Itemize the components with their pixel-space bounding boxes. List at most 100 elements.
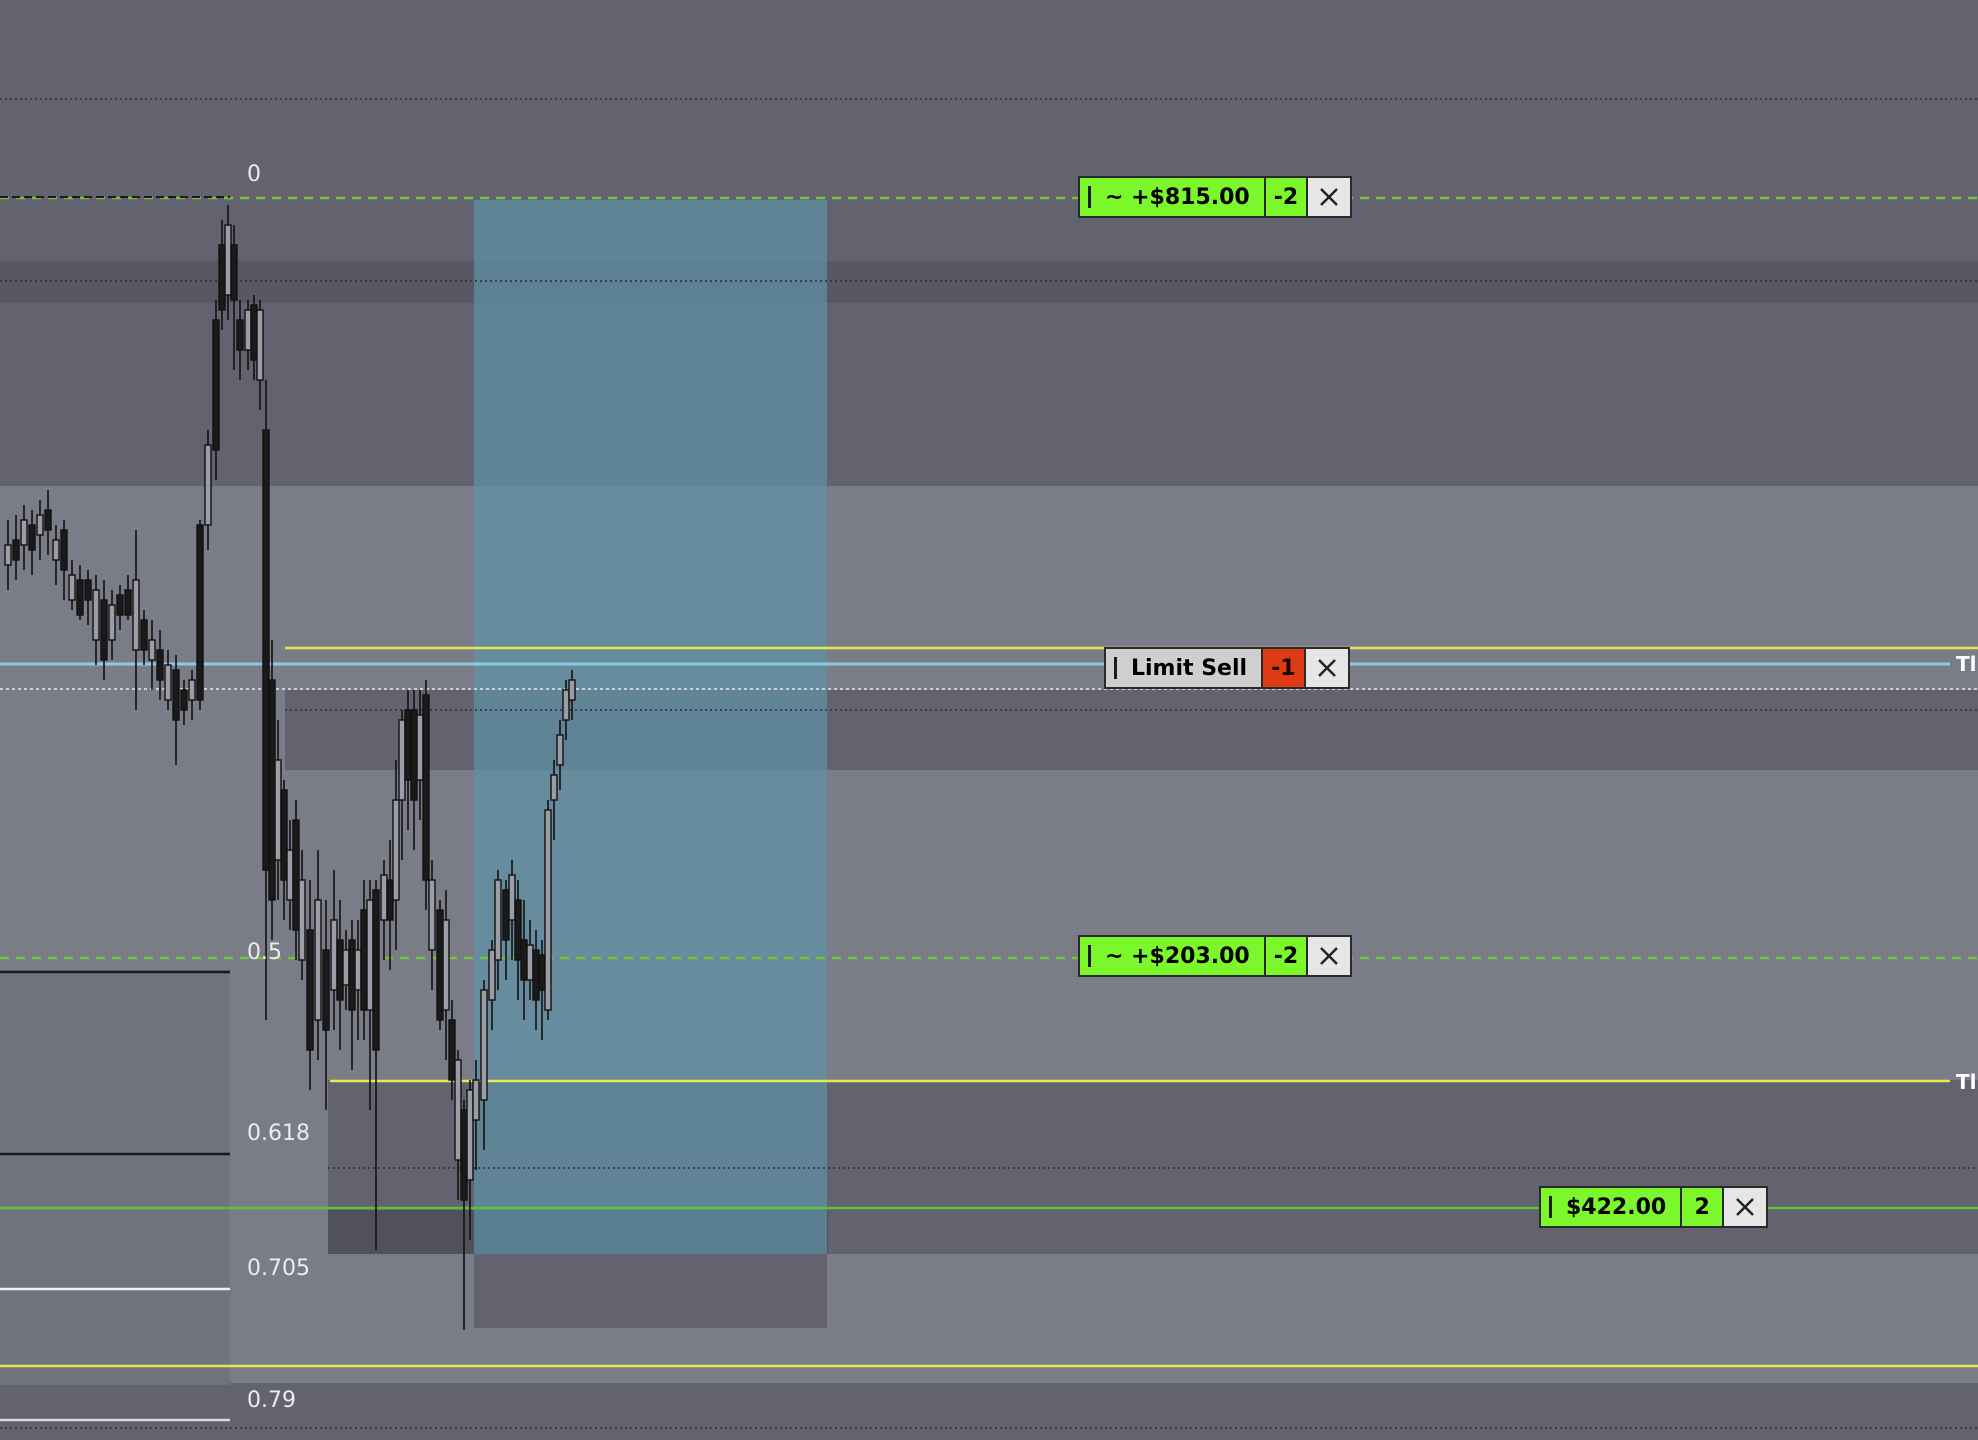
candle-body [52, 539, 60, 561]
candle-body [230, 244, 238, 301]
candle-body [250, 304, 258, 361]
candle-body [164, 664, 172, 701]
time-range-highlight[interactable] [474, 200, 827, 1328]
candle-body [124, 589, 132, 616]
candle-body [386, 879, 394, 921]
candle-body [132, 579, 140, 651]
order-tag-label[interactable]: Limit Sell [1104, 647, 1264, 689]
candle-body [342, 949, 350, 986]
candle-body [298, 879, 306, 961]
supply-zone-top [0, 0, 1978, 486]
order-quantity[interactable]: -2 [1263, 176, 1309, 218]
candle-body [404, 709, 412, 781]
candle-body [568, 679, 576, 701]
candle-body [60, 529, 68, 571]
candle-body [306, 929, 314, 1051]
candle-body [556, 734, 564, 766]
grip-handle-icon[interactable] [1549, 1196, 1552, 1218]
edge-label: Tl [1956, 1070, 1977, 1094]
order-quantity[interactable]: 2 [1680, 1186, 1725, 1228]
grip-handle-icon[interactable] [1088, 186, 1091, 208]
candle-body [526, 944, 534, 981]
grip-handle-icon[interactable] [1114, 657, 1117, 679]
candle-body [544, 809, 552, 1011]
candle-body [280, 789, 288, 881]
order-quantity[interactable]: -2 [1263, 935, 1309, 977]
candle-body [532, 949, 540, 1001]
candle-body [84, 579, 92, 601]
candle-body [76, 579, 84, 616]
order-tag-mid[interactable]: ~ +$203.00 -2 [1078, 935, 1353, 977]
candle-body [244, 309, 252, 351]
candle-body [116, 594, 124, 616]
candle-body [562, 689, 570, 721]
candle-body [322, 949, 330, 1031]
candle-body [550, 774, 558, 801]
close-icon [1317, 659, 1336, 677]
candle-body [188, 679, 196, 701]
candle-body [156, 649, 164, 681]
candle-body [140, 619, 148, 651]
order-tag-label[interactable]: ~ +$203.00 [1078, 935, 1266, 977]
candle-body [180, 689, 188, 711]
candle-body [274, 759, 282, 861]
close-order-button[interactable] [1306, 176, 1353, 218]
candle-body [148, 639, 156, 661]
fib-label-0.705: 0.705 [247, 1256, 310, 1281]
candle-body [314, 899, 322, 1021]
candle-body [380, 874, 388, 921]
candle-body [256, 309, 264, 381]
candle-body [348, 939, 356, 1011]
order-quantity[interactable]: -1 [1261, 647, 1306, 689]
position-pnl-text: $422.00 [1566, 1194, 1667, 1220]
candle-body [336, 939, 344, 1001]
candle-body [224, 224, 232, 296]
order-tag-label[interactable]: $422.00 [1539, 1186, 1683, 1228]
candle-body [448, 1019, 456, 1081]
close-icon [1736, 1198, 1755, 1216]
candle-body [442, 919, 450, 1011]
order-type-text: Limit Sell [1131, 655, 1248, 681]
candle-body [92, 589, 100, 641]
fib-label-0.5: 0.5 [247, 940, 282, 965]
candle-body [538, 954, 546, 991]
candle-body [196, 524, 204, 701]
candle-body [514, 899, 522, 961]
candle-body [292, 819, 300, 931]
close-order-button[interactable] [1306, 935, 1353, 977]
candle-body [416, 714, 424, 781]
candle-body [204, 444, 212, 526]
fib-label-0.79: 0.79 [247, 1388, 296, 1413]
close-position-button[interactable] [1722, 1186, 1769, 1228]
cancel-order-button[interactable] [1303, 647, 1350, 689]
edge-label: Tl [1956, 652, 1977, 676]
order-tag-limit-sell[interactable]: Limit Sell -1 [1104, 647, 1350, 689]
candle-body [108, 604, 116, 641]
candle-body [354, 949, 362, 991]
candle-body [436, 909, 444, 1021]
close-icon [1320, 947, 1339, 965]
candle-body [508, 874, 516, 921]
candle-body [268, 679, 276, 901]
candle-body [502, 889, 510, 941]
candle-body [330, 919, 338, 991]
fib-label-0: 0 [247, 162, 261, 187]
order-tag-position[interactable]: $422.00 2 [1539, 1186, 1769, 1228]
candle-body [212, 319, 220, 451]
candle-body [20, 519, 28, 546]
candle-body [466, 1089, 474, 1181]
candle-body [36, 514, 44, 536]
order-tag-top[interactable]: ~ +$815.00 -2 [1078, 176, 1353, 218]
candle-body [460, 1109, 468, 1201]
close-icon [1320, 188, 1339, 206]
order-tag-label[interactable]: ~ +$815.00 [1078, 176, 1266, 218]
candle-body [422, 694, 430, 881]
fib-label-0.618: 0.618 [247, 1121, 310, 1146]
fib-zone-bottom [0, 1383, 1978, 1440]
candle-body [454, 1059, 462, 1161]
candle-body [398, 719, 406, 801]
grip-handle-icon[interactable] [1088, 945, 1091, 967]
candle-body [262, 429, 270, 871]
supply-zone-band [0, 261, 1978, 303]
candle-body [494, 879, 502, 961]
